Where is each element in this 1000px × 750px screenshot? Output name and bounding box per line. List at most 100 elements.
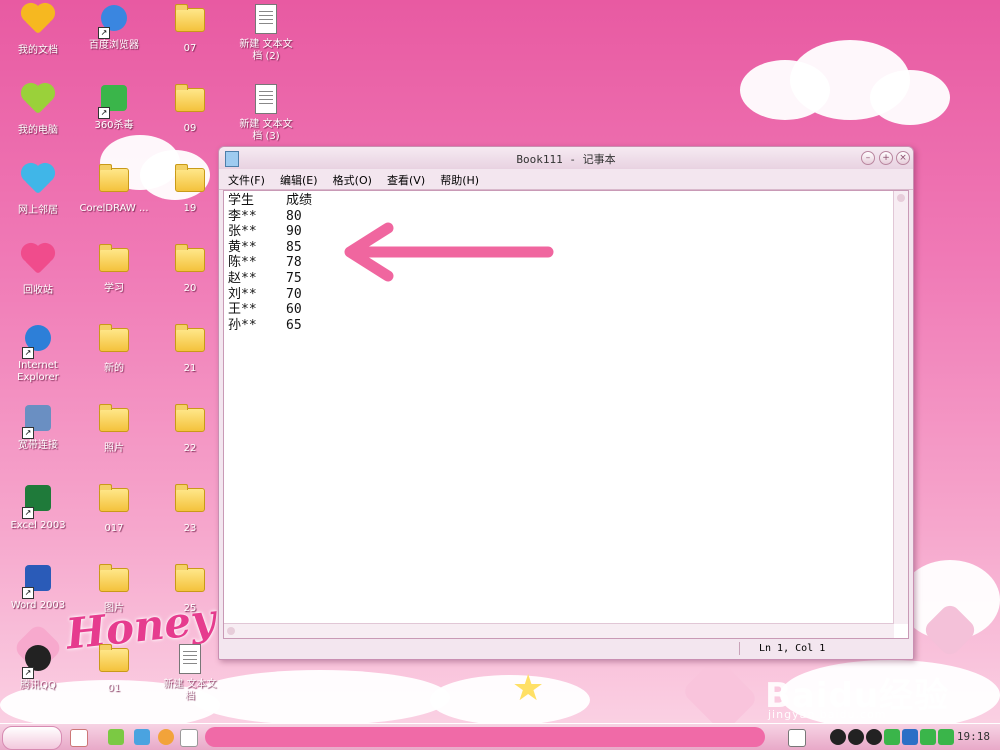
desktop-icon[interactable]: 学习 <box>76 242 152 295</box>
close-icon[interactable]: × <box>896 151 910 165</box>
folder-icon <box>174 484 206 520</box>
menu-bar: 文件(F) 编辑(E) 格式(O) 查看(V) 帮助(H) <box>219 169 913 190</box>
heart-icon <box>22 85 54 122</box>
desktop-icon[interactable]: 回收站 <box>0 242 76 297</box>
shield-icon[interactable] <box>920 729 936 745</box>
desktop-icon[interactable]: 新建 文本文 档 <box>152 642 228 703</box>
browser-icon: ↗ <box>98 5 130 39</box>
desktop-icon[interactable]: ↗ Word 2003 <box>0 562 76 612</box>
desktop-icon[interactable]: 09 <box>152 82 228 135</box>
folder-icon <box>174 164 206 200</box>
cloud-decoration <box>870 70 950 125</box>
desktop-icon[interactable]: 01 <box>76 642 152 695</box>
maximize-icon[interactable]: + <box>879 151 893 165</box>
shield-icon: ↗ <box>98 85 130 119</box>
quicklaunch-icon[interactable] <box>70 729 88 747</box>
desktop-icon-label: 22 <box>183 443 197 454</box>
student-score: 75 <box>286 270 302 286</box>
student-name: 王** <box>228 302 257 318</box>
student-score: 60 <box>286 302 302 318</box>
qq-icon[interactable] <box>830 729 846 745</box>
desktop-icon-label: 21 <box>183 363 197 374</box>
desktop-icon[interactable]: ↗ 腾讯QQ <box>0 642 76 692</box>
desktop-icon[interactable]: ↗ 宽带连接 <box>0 402 76 452</box>
horizontal-scrollbar[interactable] <box>224 623 894 638</box>
desktop-icon-label: 23 <box>183 523 197 534</box>
desktop-icon[interactable]: 我的文档 <box>0 2 76 57</box>
desktop-icon[interactable]: ↗ Internet Explorer <box>0 322 76 384</box>
desktop-icon-label: 新建 文本文 档 <box>163 679 217 702</box>
text-line: 赵** 75 <box>228 271 312 287</box>
desktop-icon-label: 01 <box>107 683 121 694</box>
notepad-window[interactable]: Book111 - 记事本 – + × 文件(F) 编辑(E) 格式(O) 查看… <box>218 146 914 660</box>
desktop-icon[interactable]: 新的 <box>76 322 152 375</box>
keyboard-icon[interactable] <box>788 729 806 747</box>
desktop-icon[interactable]: 07 <box>152 2 228 55</box>
quicklaunch-icon[interactable] <box>134 729 150 745</box>
desktop-icon[interactable]: 017 <box>76 482 152 535</box>
desktop-icon-label: Excel 2003 <box>10 520 66 531</box>
desktop-icon[interactable]: ↗ Excel 2003 <box>0 482 76 532</box>
desktop-icon[interactable]: 25 <box>152 562 228 615</box>
heart-icon <box>22 165 54 202</box>
student-name: 陈** <box>228 255 257 271</box>
desktop-icon[interactable]: ↗ 360杀毒 <box>76 82 152 132</box>
menu-edit[interactable]: 编辑(E) <box>275 169 323 188</box>
qq-icon[interactable] <box>848 729 864 745</box>
title-bar[interactable]: Book111 - 记事本 – + × <box>219 147 913 169</box>
desktop-icon-label: Word 2003 <box>10 600 66 611</box>
heart-icon <box>22 5 54 42</box>
desktop-icon[interactable]: 23 <box>152 482 228 535</box>
baidu-watermark-url: jingyan.baidu.com <box>768 708 887 721</box>
desktop-icon[interactable]: 20 <box>152 242 228 295</box>
text-line: 孙** 65 <box>228 318 312 334</box>
document-text[interactable]: 学生 成绩 李** 80 张** 90 黄** 85 陈** 78 赵** 75 刘** 70 王** 60… <box>228 193 312 333</box>
text-file-icon <box>250 84 282 116</box>
taskbar-strip[interactable] <box>205 727 765 747</box>
desktop-icon[interactable]: 图片 <box>76 562 152 615</box>
student-score: 85 <box>286 239 302 255</box>
menu-view[interactable]: 查看(V) <box>382 169 430 188</box>
desktop-icon[interactable]: 19 <box>152 162 228 215</box>
desktop-icon[interactable]: 新建 文本文 档 (2) <box>228 2 304 63</box>
desktop-icon-label: 照片 <box>104 443 124 454</box>
folder-icon <box>174 564 206 600</box>
folder-icon <box>174 84 206 120</box>
menu-file[interactable]: 文件(F) <box>223 169 270 188</box>
tray-icon[interactable] <box>902 729 918 745</box>
qq-icon[interactable] <box>866 729 882 745</box>
folder-icon <box>98 164 130 200</box>
text-line: 黄** 85 <box>228 240 312 256</box>
desktop-icon[interactable]: 新建 文本文 档 (3) <box>228 82 304 143</box>
desktop-icon[interactable]: 照片 <box>76 402 152 455</box>
cloud-decoration <box>430 675 590 725</box>
quicklaunch-icon[interactable] <box>108 729 124 745</box>
desktop-icon[interactable]: ↗ 百度浏览器 <box>76 2 152 52</box>
start-button[interactable] <box>2 726 62 750</box>
desktop-icon[interactable]: 21 <box>152 322 228 375</box>
menu-format[interactable]: 格式(O) <box>328 169 377 188</box>
desktop-icon[interactable]: 22 <box>152 402 228 455</box>
tray-icon[interactable] <box>884 729 900 745</box>
minimize-icon[interactable]: – <box>861 151 875 165</box>
desktop-icon[interactable]: 我的电脑 <box>0 82 76 137</box>
status-divider <box>739 642 740 655</box>
shield-icon[interactable] <box>938 729 954 745</box>
quicklaunch-icon[interactable] <box>180 729 198 747</box>
student-name: 赵** <box>228 270 257 286</box>
desktop-icon-label: 图片 <box>104 603 124 614</box>
arrow-annotation <box>344 222 554 282</box>
text-editor[interactable]: 学生 成绩 李** 80 张** 90 黄** 85 陈** 78 赵** 75 刘** 70 王** 60… <box>223 190 909 639</box>
ie-icon: ↗ <box>22 325 54 359</box>
quicklaunch-icon[interactable] <box>158 729 174 745</box>
desktop-icon[interactable]: CorelDRAW ... <box>76 162 152 215</box>
desktop-icon-label: Internet Explorer <box>17 360 59 383</box>
folder-icon <box>174 404 206 440</box>
vertical-scrollbar[interactable] <box>893 191 908 624</box>
menu-help[interactable]: 帮助(H) <box>435 169 484 188</box>
desktop-icon-label: 25 <box>183 603 197 614</box>
desktop-icon-label: 09 <box>183 123 197 134</box>
desktop-icon[interactable]: 网上邻居 <box>0 162 76 217</box>
folder-icon <box>98 644 130 680</box>
folder-icon <box>174 324 206 360</box>
